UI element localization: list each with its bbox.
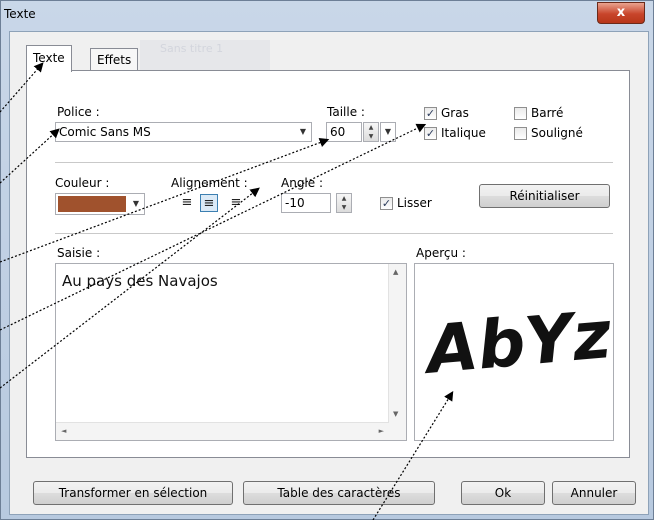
angle-label: Angle : xyxy=(281,176,324,190)
size-input-value: 60 xyxy=(330,125,346,139)
underline-checkbox[interactable] xyxy=(514,127,527,140)
strike-checkbox[interactable] xyxy=(514,107,527,120)
cancel-button[interactable]: Annuler xyxy=(552,481,636,505)
font-select[interactable]: Comic Sans MS ▼ xyxy=(55,122,312,142)
preview-label: Aperçu : xyxy=(416,246,466,260)
size-spinner[interactable]: ▲ ▼ xyxy=(363,122,379,142)
size-dropdown[interactable]: ▼ xyxy=(380,122,396,142)
chevron-down-icon: ▼ xyxy=(384,127,392,136)
scroll-down-icon[interactable]: ▼ xyxy=(393,410,398,418)
bold-checkbox[interactable]: ✓ xyxy=(424,107,437,120)
transform-to-selection-button[interactable]: Transformer en sélection xyxy=(33,481,233,505)
scroll-up-icon[interactable]: ▲ xyxy=(393,268,398,276)
angle-spinner[interactable]: ▲ ▼ xyxy=(336,193,352,213)
color-picker[interactable]: ▼ xyxy=(55,193,145,215)
tab-effets[interactable]: Effets xyxy=(90,48,139,71)
input-label: Saisie : xyxy=(57,246,101,260)
close-button[interactable]: x xyxy=(597,2,645,24)
preview-box: AbYz xyxy=(414,263,614,441)
vertical-scrollbar[interactable]: ▲ ▼ xyxy=(388,264,406,440)
window-title: Texte xyxy=(4,7,36,21)
color-swatch xyxy=(58,196,126,212)
align-right-icon[interactable]: ≡ xyxy=(227,194,245,212)
strike-label: Barré xyxy=(531,106,564,120)
separator-line xyxy=(55,233,613,234)
title-bar[interactable]: Texte x xyxy=(1,1,653,29)
align-center-icon[interactable]: ≡ xyxy=(200,194,218,212)
angle-input[interactable]: -10 xyxy=(281,193,331,213)
smooth-checkbox[interactable]: ✓ xyxy=(380,197,393,210)
bold-label: Gras xyxy=(441,106,469,120)
tab-texte[interactable]: Texte xyxy=(26,45,72,72)
font-select-value: Comic Sans MS xyxy=(59,125,151,139)
ok-button[interactable]: Ok xyxy=(461,481,545,505)
smooth-label: Lisser xyxy=(397,196,432,210)
alignment-label: Alignement : xyxy=(171,176,248,190)
italic-label: Italique xyxy=(441,126,486,140)
text-input-value: Au pays des Navajos xyxy=(62,272,218,290)
chevron-down-icon: ▼ xyxy=(299,127,307,136)
font-label: Police : xyxy=(57,105,100,119)
color-label: Couleur : xyxy=(55,176,110,190)
scroll-right-icon[interactable]: ► xyxy=(379,427,384,435)
reset-button[interactable]: Réinitialiser xyxy=(479,184,610,208)
scroll-left-icon[interactable]: ◄ xyxy=(61,427,66,435)
separator-line xyxy=(55,162,613,163)
italic-checkbox[interactable]: ✓ xyxy=(424,127,437,140)
preview-sample-text: AbYz xyxy=(423,296,614,389)
horizontal-scrollbar[interactable]: ◄ ► xyxy=(56,422,389,440)
angle-input-value: -10 xyxy=(285,196,305,210)
character-table-button[interactable]: Table des caractères xyxy=(243,481,435,505)
chevron-down-icon: ▼ xyxy=(132,199,140,208)
underline-label: Souligné xyxy=(531,126,583,140)
size-label: Taille : xyxy=(327,105,365,119)
text-input-area[interactable]: Au pays des Navajos ▲ ▼ ◄ ► xyxy=(55,263,407,441)
size-input[interactable]: 60 xyxy=(326,122,362,142)
align-left-icon[interactable]: ≡ xyxy=(178,194,196,212)
